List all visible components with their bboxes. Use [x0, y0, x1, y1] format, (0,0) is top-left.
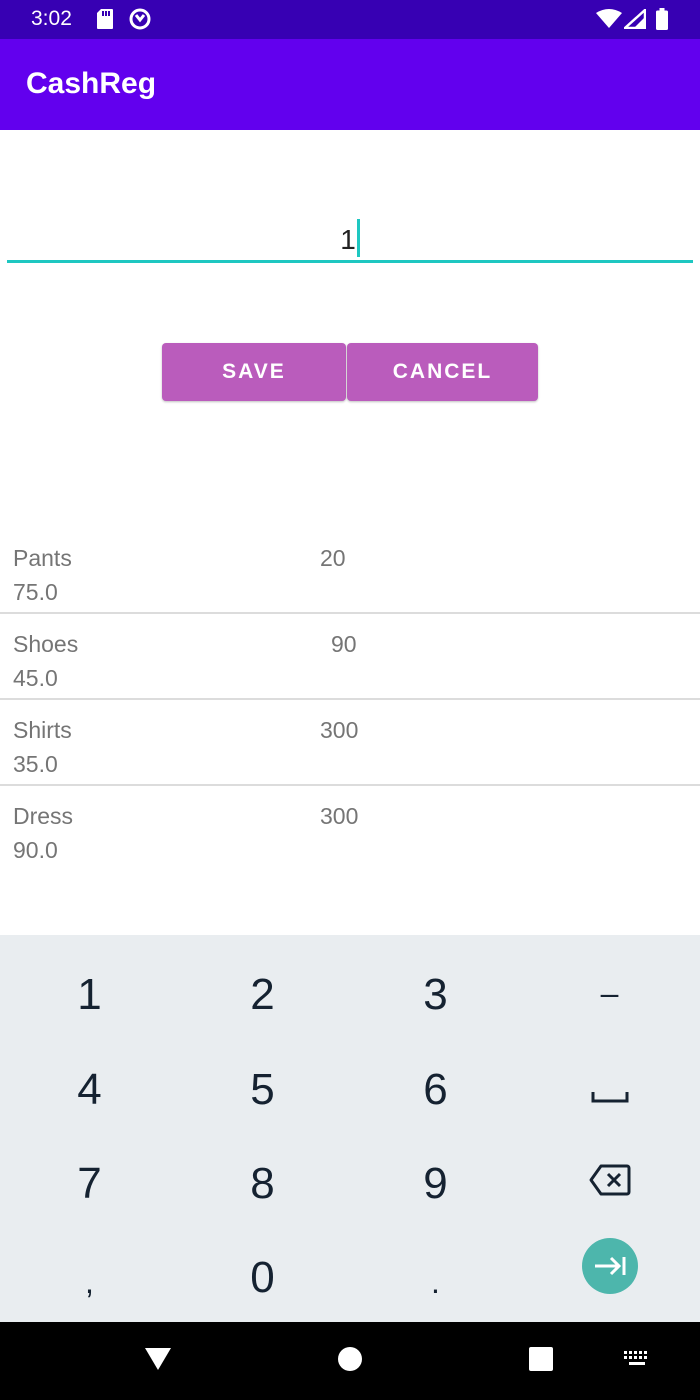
key-5[interactable]: 5	[175, 1043, 350, 1137]
key-3[interactable]: 3	[348, 948, 523, 1042]
backspace-icon	[589, 1157, 631, 1207]
home-button[interactable]	[325, 1322, 375, 1400]
item-name: Shirts	[13, 717, 72, 743]
app-title: CashReg	[26, 67, 157, 100]
keyboard-switch-icon	[624, 1350, 650, 1372]
next-field-icon	[581, 1238, 638, 1294]
item-quantity: 20	[320, 545, 346, 571]
key-next[interactable]	[522, 1219, 697, 1313]
cancel-button[interactable]: CANCEL	[347, 343, 538, 401]
signal-icon	[621, 7, 647, 34]
item-name: Dress	[13, 803, 74, 829]
back-icon	[144, 1347, 172, 1376]
item-list: Pants 20 75.0 Shoes 90 45.0 Shirts 300 3…	[0, 528, 700, 872]
app-bar: CashReg	[0, 39, 700, 130]
space-key-icon	[591, 1065, 629, 1115]
item-quantity: 90	[331, 631, 357, 657]
item-price: 90.0	[13, 837, 58, 863]
status-bar: 3:02	[0, 0, 700, 39]
numeric-keyboard: 1 2 3 – 4 5 6 7 8 9 , 0 .	[0, 935, 700, 1322]
key-8[interactable]: 8	[175, 1137, 350, 1231]
key-2[interactable]: 2	[175, 948, 350, 1042]
quantity-value: 1	[7, 219, 693, 257]
list-item[interactable]: Dress 300 90.0	[0, 786, 700, 872]
battery-icon	[656, 8, 668, 35]
save-button[interactable]: SAVE	[162, 343, 346, 401]
key-4[interactable]: 4	[2, 1043, 177, 1137]
key-minus[interactable]: –	[522, 946, 697, 1040]
recents-icon	[529, 1346, 553, 1376]
list-item[interactable]: Shirts 300 35.0	[0, 700, 700, 786]
back-button[interactable]	[133, 1322, 183, 1400]
key-space[interactable]	[522, 1043, 697, 1137]
key-period[interactable]: .	[348, 1235, 523, 1329]
item-quantity: 300	[320, 717, 359, 743]
key-6[interactable]: 6	[348, 1043, 523, 1137]
recents-button[interactable]	[516, 1322, 566, 1400]
quantity-text: 1	[340, 224, 356, 255]
item-price: 75.0	[13, 579, 58, 605]
item-name: Pants	[13, 545, 72, 571]
data-saver-icon	[128, 7, 152, 36]
wifi-icon	[596, 9, 622, 34]
home-icon	[338, 1346, 362, 1376]
key-7[interactable]: 7	[2, 1137, 177, 1231]
key-backspace[interactable]	[522, 1135, 697, 1229]
key-9[interactable]: 9	[348, 1137, 523, 1231]
quantity-input[interactable]: 1	[7, 205, 693, 263]
item-price: 35.0	[13, 751, 58, 777]
navigation-bar	[0, 1322, 700, 1400]
status-time: 3:02	[31, 7, 72, 30]
text-cursor	[356, 219, 360, 257]
key-comma[interactable]: ,	[2, 1235, 177, 1329]
key-1[interactable]: 1	[2, 948, 177, 1042]
item-quantity: 300	[320, 803, 359, 829]
list-item[interactable]: Pants 20 75.0	[0, 528, 700, 614]
list-item[interactable]: Shoes 90 45.0	[0, 614, 700, 700]
keyboard-switch-button[interactable]	[612, 1322, 662, 1400]
sd-card-icon	[96, 8, 114, 35]
item-name: Shoes	[13, 631, 79, 657]
key-0[interactable]: 0	[175, 1231, 350, 1325]
item-price: 45.0	[13, 665, 58, 691]
